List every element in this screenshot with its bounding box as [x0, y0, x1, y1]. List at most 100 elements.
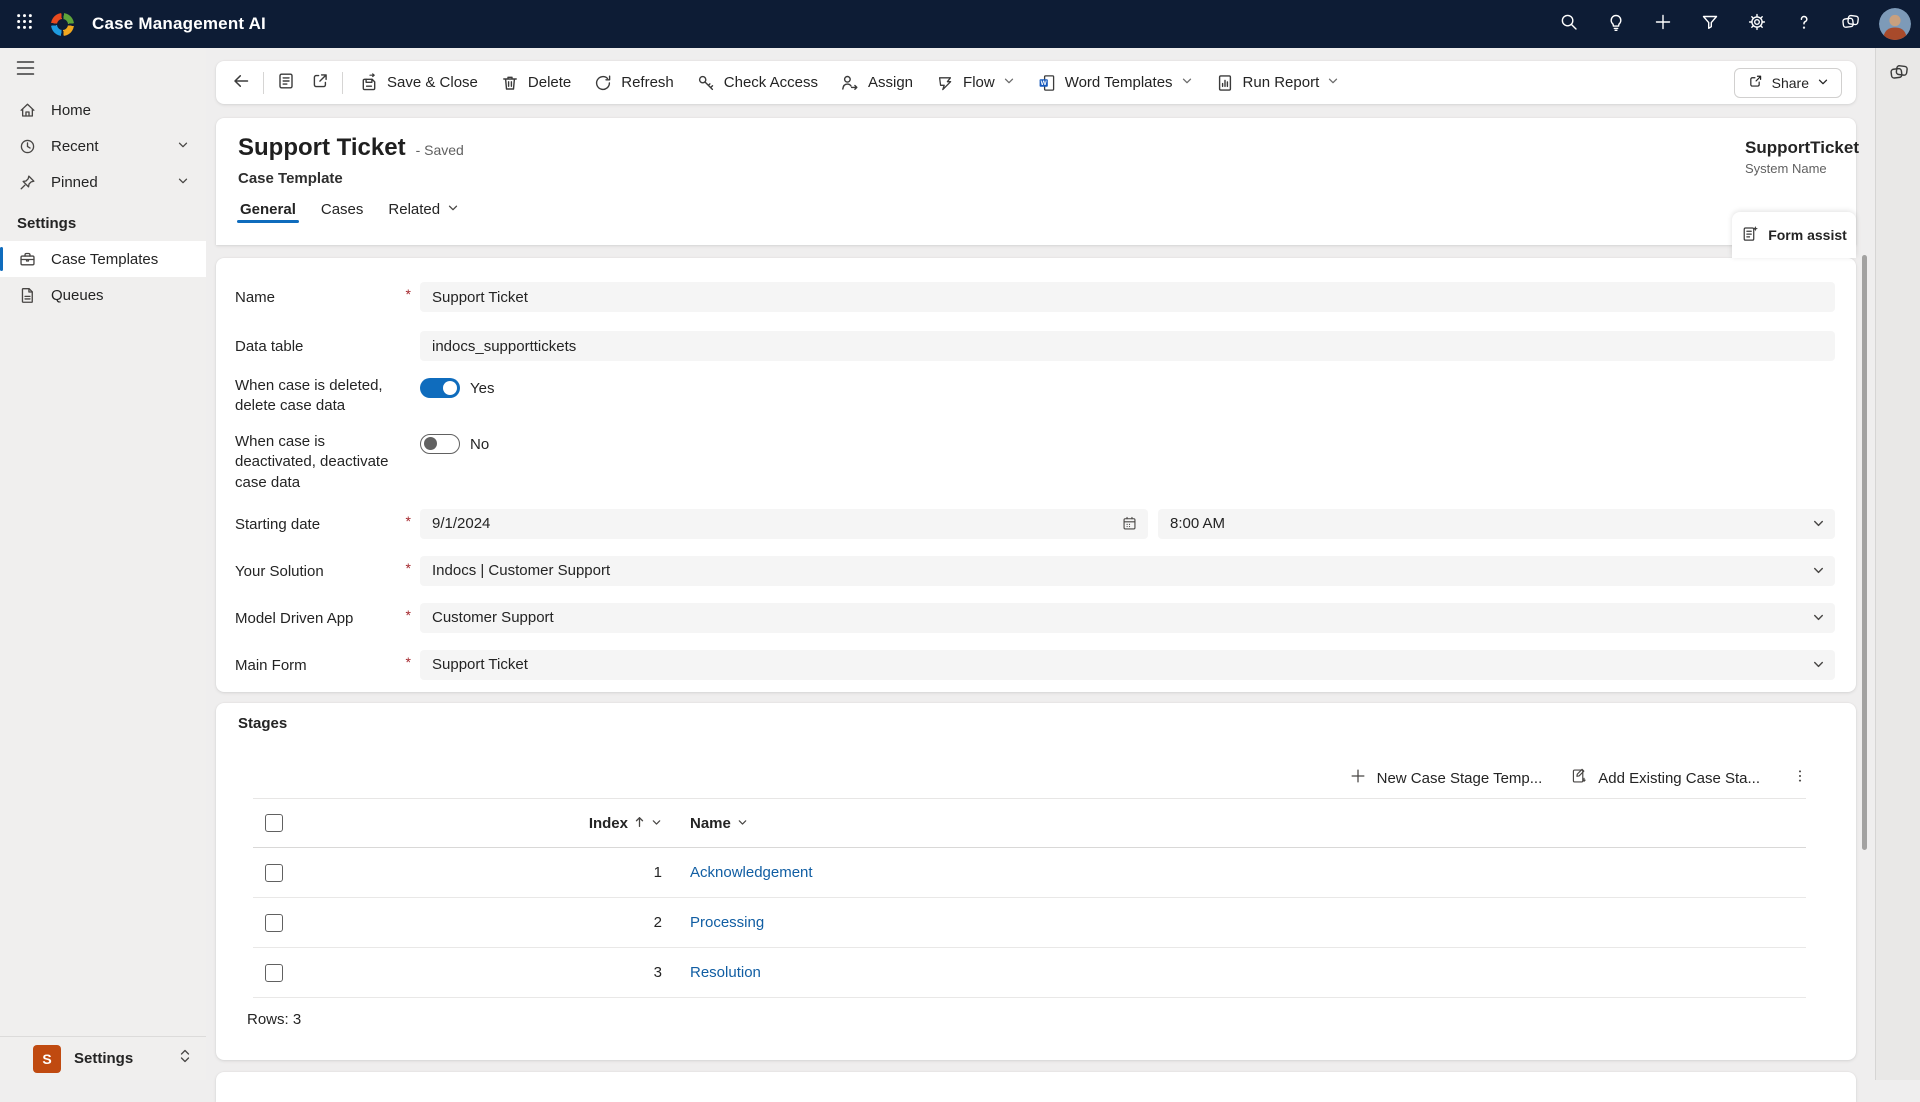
main-form-dropdown[interactable]: Support Ticket	[420, 650, 1835, 680]
copilot-icon	[1888, 61, 1910, 88]
svg-text:W: W	[1040, 80, 1047, 87]
sidebar-item-label: Pinned	[51, 174, 98, 191]
waffle-icon	[16, 13, 33, 35]
tab-label: General	[240, 201, 296, 218]
stage-index: 1	[654, 864, 662, 881]
starting-time-dropdown[interactable]: 8:00 AM	[1158, 509, 1835, 539]
sidebar-item-home[interactable]: Home	[0, 92, 206, 128]
chevron-down-icon[interactable]	[651, 815, 662, 832]
help-button[interactable]	[1780, 0, 1827, 48]
sidebar-item-queues[interactable]: Queues	[0, 277, 206, 313]
tab-label: Related	[388, 201, 440, 218]
search-button[interactable]	[1545, 0, 1592, 48]
chevron-down-icon[interactable]	[737, 815, 748, 832]
model-driven-app-dropdown[interactable]: Customer Support	[420, 603, 1835, 633]
row-checkbox[interactable]	[265, 964, 283, 982]
delete-case-data-toggle[interactable]	[420, 378, 460, 398]
chevron-up-down-icon[interactable]	[178, 1048, 192, 1069]
field-row-solution: Your Solution * Indocs | Customer Suppor…	[235, 556, 1835, 586]
save-status: - Saved	[416, 142, 464, 158]
gear-icon	[1747, 12, 1767, 37]
stage-name-link[interactable]: Acknowledgement	[690, 864, 813, 881]
sidebar-item-label: Queues	[51, 287, 104, 304]
feedback-button[interactable]	[1827, 0, 1874, 48]
field-label: Data table	[235, 337, 407, 357]
word-templates-button[interactable]: W Word Templates	[1026, 67, 1204, 99]
show-record-set-button[interactable]	[269, 67, 303, 99]
save-and-close-button[interactable]: Save & Close	[348, 67, 489, 99]
field-label: Starting date	[235, 515, 407, 535]
data-table-field[interactable]: indocs_supporttickets	[420, 331, 1835, 361]
chevron-down-icon[interactable]	[177, 174, 189, 191]
chevron-down-icon	[1327, 74, 1339, 91]
delete-button[interactable]: Delete	[489, 67, 582, 99]
table-row[interactable]: 2 Processing	[253, 898, 1806, 948]
vertical-scrollbar[interactable]	[1862, 255, 1867, 850]
collapse-sidebar-button[interactable]	[0, 48, 206, 92]
chevron-down-icon	[1812, 611, 1825, 624]
select-all-checkbox[interactable]	[265, 814, 283, 832]
table-row[interactable]: 3 Resolution	[253, 948, 1806, 998]
tab-related[interactable]: Related	[386, 201, 461, 232]
back-button[interactable]	[224, 67, 258, 99]
home-icon	[17, 101, 37, 120]
key-icon	[696, 73, 716, 93]
share-button[interactable]: Share	[1734, 68, 1842, 98]
column-header-name[interactable]: Name	[690, 815, 748, 832]
run-report-button[interactable]: Run Report	[1204, 67, 1351, 99]
column-header-index[interactable]: Index	[295, 815, 662, 832]
field-value: Support Ticket	[432, 656, 528, 673]
refresh-icon	[593, 73, 613, 93]
row-checkbox[interactable]	[265, 864, 283, 882]
toolbar-divider	[263, 72, 264, 94]
filter-button[interactable]	[1686, 0, 1733, 48]
check-access-button[interactable]: Check Access	[685, 67, 829, 99]
tab-general[interactable]: General	[238, 201, 298, 232]
button-label: Refresh	[621, 74, 674, 91]
suggestions-button[interactable]	[1592, 0, 1639, 48]
stage-name-link[interactable]: Processing	[690, 914, 764, 931]
create-new-button[interactable]	[1639, 0, 1686, 48]
calendar-icon[interactable]	[1121, 515, 1138, 532]
record-title: Support Ticket	[238, 134, 406, 162]
chevron-down-icon	[1181, 74, 1193, 91]
copilot-panel-button[interactable]	[1876, 48, 1920, 100]
chevron-down-icon	[1812, 658, 1825, 671]
open-in-new-window-button[interactable]	[303, 67, 337, 99]
word-document-icon: W	[1037, 73, 1057, 93]
toolbar-divider	[342, 72, 343, 94]
required-asterisk: *	[406, 513, 411, 529]
field-label: When case is deleted, delete case data	[235, 376, 407, 417]
sidebar-item-recent[interactable]: Recent	[0, 128, 206, 164]
area-switcher[interactable]: S Settings	[0, 1036, 206, 1080]
flow-button[interactable]: Flow	[924, 67, 1026, 99]
sidebar-group-label: Settings	[0, 200, 206, 241]
stage-name-link[interactable]: Resolution	[690, 964, 761, 981]
form-assist-button[interactable]: Form assist	[1732, 212, 1856, 258]
field-label: Main Form	[235, 656, 407, 676]
your-solution-dropdown[interactable]: Indocs | Customer Support	[420, 556, 1835, 586]
user-avatar[interactable]	[1879, 8, 1911, 40]
field-label: Model Driven App	[235, 609, 407, 629]
deactivate-case-data-toggle[interactable]	[420, 434, 460, 454]
button-label: Delete	[528, 74, 571, 91]
more-commands-button[interactable]	[1784, 762, 1816, 794]
add-existing-case-stage-button[interactable]: Add Existing Case Sta...	[1560, 762, 1770, 794]
new-case-stage-button[interactable]: New Case Stage Temp...	[1339, 762, 1553, 794]
chevron-down-icon[interactable]	[177, 138, 189, 155]
popout-icon	[310, 71, 330, 95]
assign-button[interactable]: Assign	[829, 67, 924, 99]
sidebar-item-case-templates[interactable]: Case Templates	[0, 241, 206, 277]
tab-cases[interactable]: Cases	[319, 201, 366, 232]
form-assist-icon	[1741, 224, 1760, 246]
app-launcher-button[interactable]	[0, 0, 48, 48]
refresh-button[interactable]: Refresh	[582, 67, 685, 99]
name-field[interactable]: Support Ticket	[420, 282, 1835, 312]
lightbulb-icon	[1606, 12, 1626, 37]
sidebar-item-pinned[interactable]: Pinned	[0, 164, 206, 200]
rows-count: Rows: 3	[247, 1011, 301, 1028]
row-checkbox[interactable]	[265, 914, 283, 932]
table-row[interactable]: 1 Acknowledgement	[253, 848, 1806, 898]
starting-date-input[interactable]: 9/1/2024	[420, 509, 1148, 539]
settings-button[interactable]	[1733, 0, 1780, 48]
